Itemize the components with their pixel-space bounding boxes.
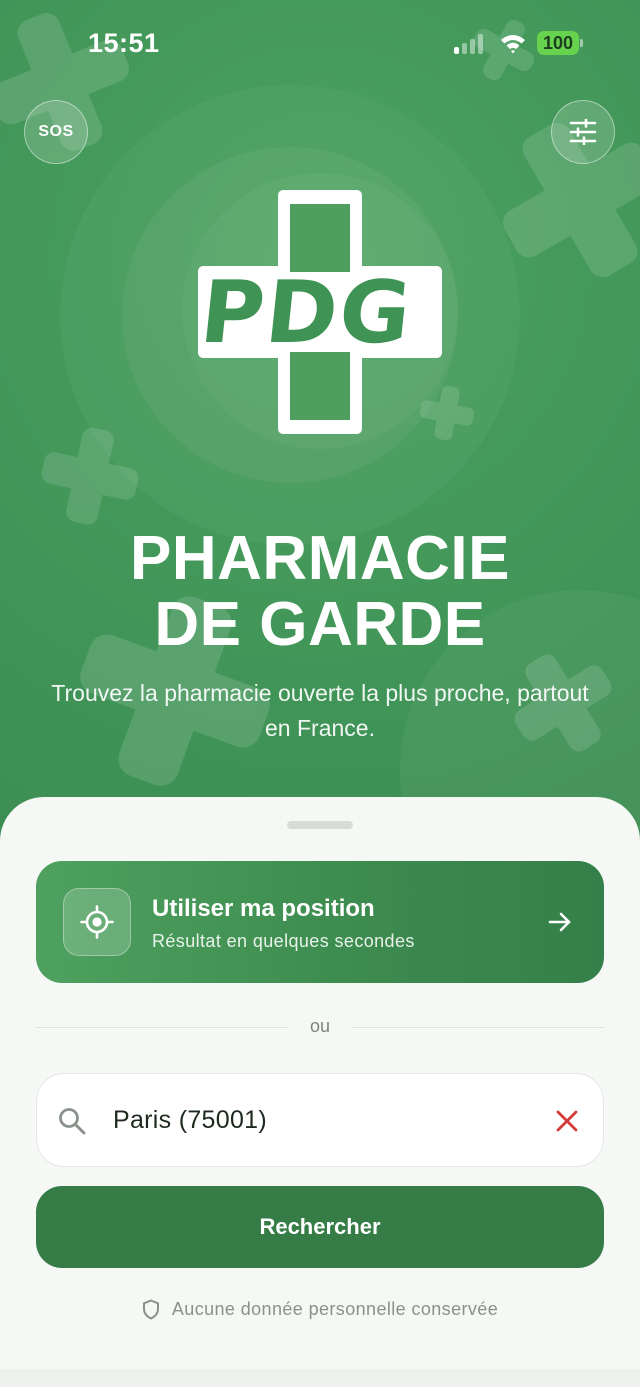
bottom-sheet: Utiliser ma position Résultat en quelque… bbox=[0, 797, 640, 1387]
battery-level: 100 bbox=[537, 31, 579, 55]
privacy-note: Aucune donnée personnelle conservée bbox=[0, 1299, 640, 1320]
wifi-icon bbox=[500, 32, 526, 54]
arrow-right-icon bbox=[548, 912, 571, 932]
page-title: PHARMACIE DE GARDE bbox=[0, 526, 640, 658]
status-bar: 15:51 100 bbox=[0, 0, 640, 90]
title-line-1: PHARMACIE bbox=[130, 524, 510, 593]
search-input[interactable] bbox=[113, 1098, 533, 1142]
location-title: Utiliser ma position bbox=[152, 895, 375, 922]
filter-button[interactable] bbox=[551, 100, 615, 164]
location-subtitle: Résultat en quelques secondes bbox=[152, 931, 415, 951]
shield-icon bbox=[142, 1299, 159, 1320]
app-logo: PDG bbox=[190, 186, 450, 438]
search-icon bbox=[59, 1108, 86, 1135]
use-location-button[interactable]: Utiliser ma position Résultat en quelque… bbox=[36, 861, 604, 983]
decorative-cross-icon bbox=[33, 419, 147, 533]
search-field[interactable] bbox=[36, 1073, 604, 1167]
sliders-icon bbox=[569, 119, 597, 145]
location-icon-box bbox=[63, 888, 131, 956]
logo-text: PDG bbox=[196, 263, 417, 363]
page-subtitle: Trouvez la pharmacie ouverte la plus pro… bbox=[51, 680, 589, 741]
battery-indicator: 100 bbox=[537, 31, 583, 55]
crosshair-icon bbox=[80, 905, 114, 939]
privacy-text: Aucune donnée personnelle conservée bbox=[171, 1299, 499, 1319]
bottom-strip bbox=[0, 1369, 640, 1387]
close-icon[interactable] bbox=[553, 1107, 581, 1135]
title-line-2: DE GARDE bbox=[154, 590, 486, 659]
divider-right bbox=[352, 1027, 604, 1028]
sos-label: SOS bbox=[38, 123, 74, 140]
search-button-label: Rechercher bbox=[259, 1214, 381, 1239]
search-button[interactable]: Rechercher bbox=[36, 1186, 604, 1268]
hero-banner: 15:51 100 SOS PDG PHARMACIE DE GARDE Tro… bbox=[0, 0, 640, 870]
status-time: 15:51 bbox=[88, 28, 160, 58]
cellular-signal-icon bbox=[454, 32, 490, 54]
cross-icon: PDG bbox=[196, 190, 442, 434]
sheet-drag-handle[interactable] bbox=[287, 821, 353, 829]
sos-button[interactable]: SOS bbox=[24, 100, 88, 164]
